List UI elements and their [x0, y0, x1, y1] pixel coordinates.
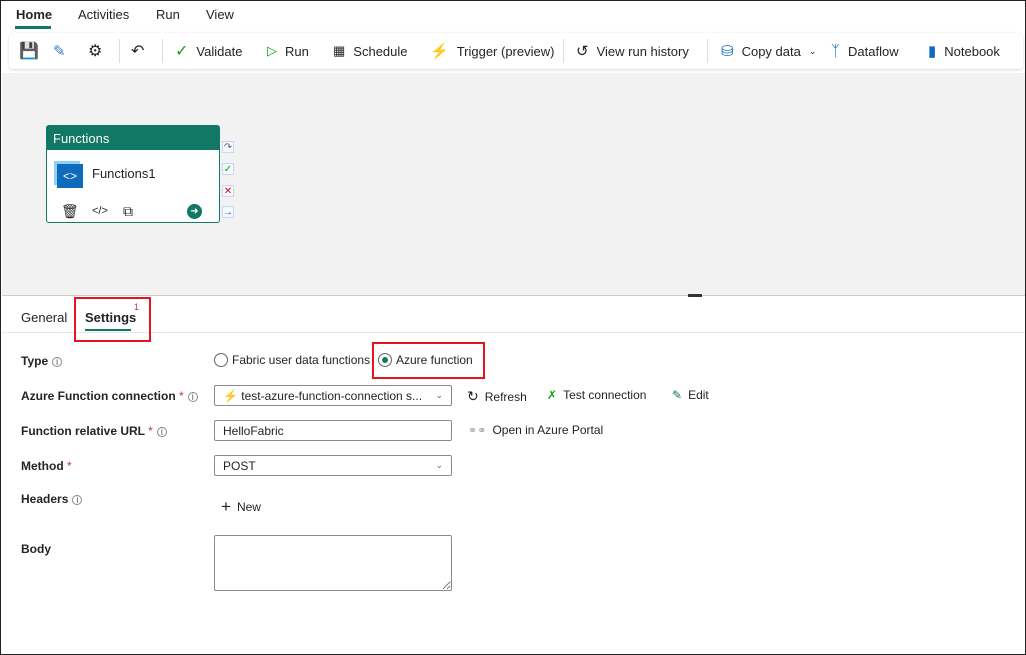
- radio-fabric-user-data-functions[interactable]: Fabric user data functions: [214, 353, 370, 367]
- activity-type: Functions: [47, 126, 219, 150]
- undo-icon[interactable]: ↶: [131, 33, 144, 69]
- schedule-button[interactable]: ▦Schedule: [333, 33, 408, 69]
- chevron-down-icon: ⌄: [809, 46, 817, 57]
- notebook-button[interactable]: ▮Notebook: [928, 33, 1000, 69]
- type-label: Typei: [21, 354, 62, 368]
- calendar-icon: ▦: [333, 43, 345, 59]
- gear-icon[interactable]: ⚙: [88, 33, 102, 69]
- tab-view[interactable]: View: [206, 7, 234, 22]
- play-icon: ▷: [267, 43, 277, 59]
- activity-name: Functions1: [92, 166, 156, 181]
- pencil-icon: ✎: [672, 388, 682, 402]
- tab-activities[interactable]: Activities: [78, 7, 129, 22]
- database-icon: ⛁: [721, 42, 734, 60]
- success-output-icon[interactable]: ✓: [222, 163, 234, 175]
- edit-button[interactable]: ✎Edit: [672, 388, 709, 402]
- tab-home[interactable]: Home: [16, 7, 52, 22]
- dataflow-icon: ᛉ: [831, 43, 840, 60]
- method-select[interactable]: POST⌄: [214, 455, 452, 476]
- open-in-azure-portal-link[interactable]: ⚭⚭Open in Azure Portal: [468, 423, 603, 437]
- body-label: Body: [21, 542, 51, 556]
- delete-icon[interactable]: 🗑: [61, 203, 79, 220]
- arrow-right-icon[interactable]: ➜: [187, 204, 202, 219]
- history-icon: ↺: [576, 42, 589, 60]
- tab-run[interactable]: Run: [156, 7, 180, 22]
- method-label: Method *: [21, 459, 72, 473]
- chevron-down-icon: ⌄: [435, 460, 443, 471]
- skip-output-icon[interactable]: ↷: [222, 141, 234, 153]
- view-run-history-button[interactable]: ↺View run history: [576, 33, 689, 69]
- notebook-icon: ▮: [928, 42, 936, 60]
- save-icon[interactable]: 💾: [19, 33, 39, 69]
- active-tab-indicator: [15, 26, 51, 29]
- plus-icon: +: [221, 497, 231, 517]
- highlight-box: [74, 297, 151, 342]
- code-icon[interactable]: </>: [92, 205, 108, 217]
- chevron-down-icon: ⌄: [435, 390, 443, 401]
- dataflow-button[interactable]: ᛉDataflow: [831, 33, 899, 69]
- headers-label: Headersi: [21, 492, 82, 506]
- completion-output-icon[interactable]: →: [222, 206, 234, 218]
- resize-handle[interactable]: [688, 294, 702, 297]
- lightning-icon: ⚡: [430, 42, 449, 60]
- plug-icon: ✗: [547, 388, 557, 402]
- panel-divider[interactable]: [2, 295, 1025, 296]
- tab-general[interactable]: General: [21, 310, 67, 325]
- body-textarea[interactable]: [214, 535, 452, 591]
- check-icon: ✓: [175, 41, 188, 61]
- new-header-button[interactable]: +New: [221, 497, 261, 517]
- fail-output-icon[interactable]: ✕: [222, 185, 234, 197]
- connection-select[interactable]: ⚡ test-azure-function-connection s...⌄: [214, 385, 452, 406]
- copy-icon[interactable]: ⧉: [123, 203, 133, 220]
- radio-icon: [214, 353, 228, 367]
- url-label: Function relative URL *i: [21, 424, 167, 438]
- trigger-button[interactable]: ⚡Trigger (preview): [430, 33, 554, 69]
- refresh-button[interactable]: ↻Refresh: [467, 388, 527, 405]
- info-icon: i: [52, 357, 62, 367]
- connection-label: Azure Function connection *i: [21, 389, 198, 403]
- test-connection-button[interactable]: ✗Test connection: [547, 388, 646, 402]
- refresh-icon: ↻: [467, 388, 479, 405]
- glasses-icon: ⚭⚭: [468, 424, 486, 437]
- highlight-box: [372, 342, 485, 379]
- functions-activity-node[interactable]: Functions <> Functions1 🗑 </> ⧉ ➜: [46, 125, 220, 223]
- validate-button[interactable]: ✓Validate: [175, 33, 242, 69]
- save-as-icon[interactable]: ✎: [53, 33, 66, 69]
- url-input[interactable]: HelloFabric: [214, 420, 452, 441]
- azure-function-icon: ⚡: [223, 389, 238, 403]
- run-button[interactable]: ▷Run: [267, 33, 309, 69]
- function-icon: <>: [57, 164, 83, 188]
- toolbar: 💾 ✎ ⚙ ↶ ✓Validate ▷Run ▦Schedule ⚡Trigge…: [9, 33, 1023, 69]
- copy-data-button[interactable]: ⛁Copy data⌄: [721, 33, 816, 69]
